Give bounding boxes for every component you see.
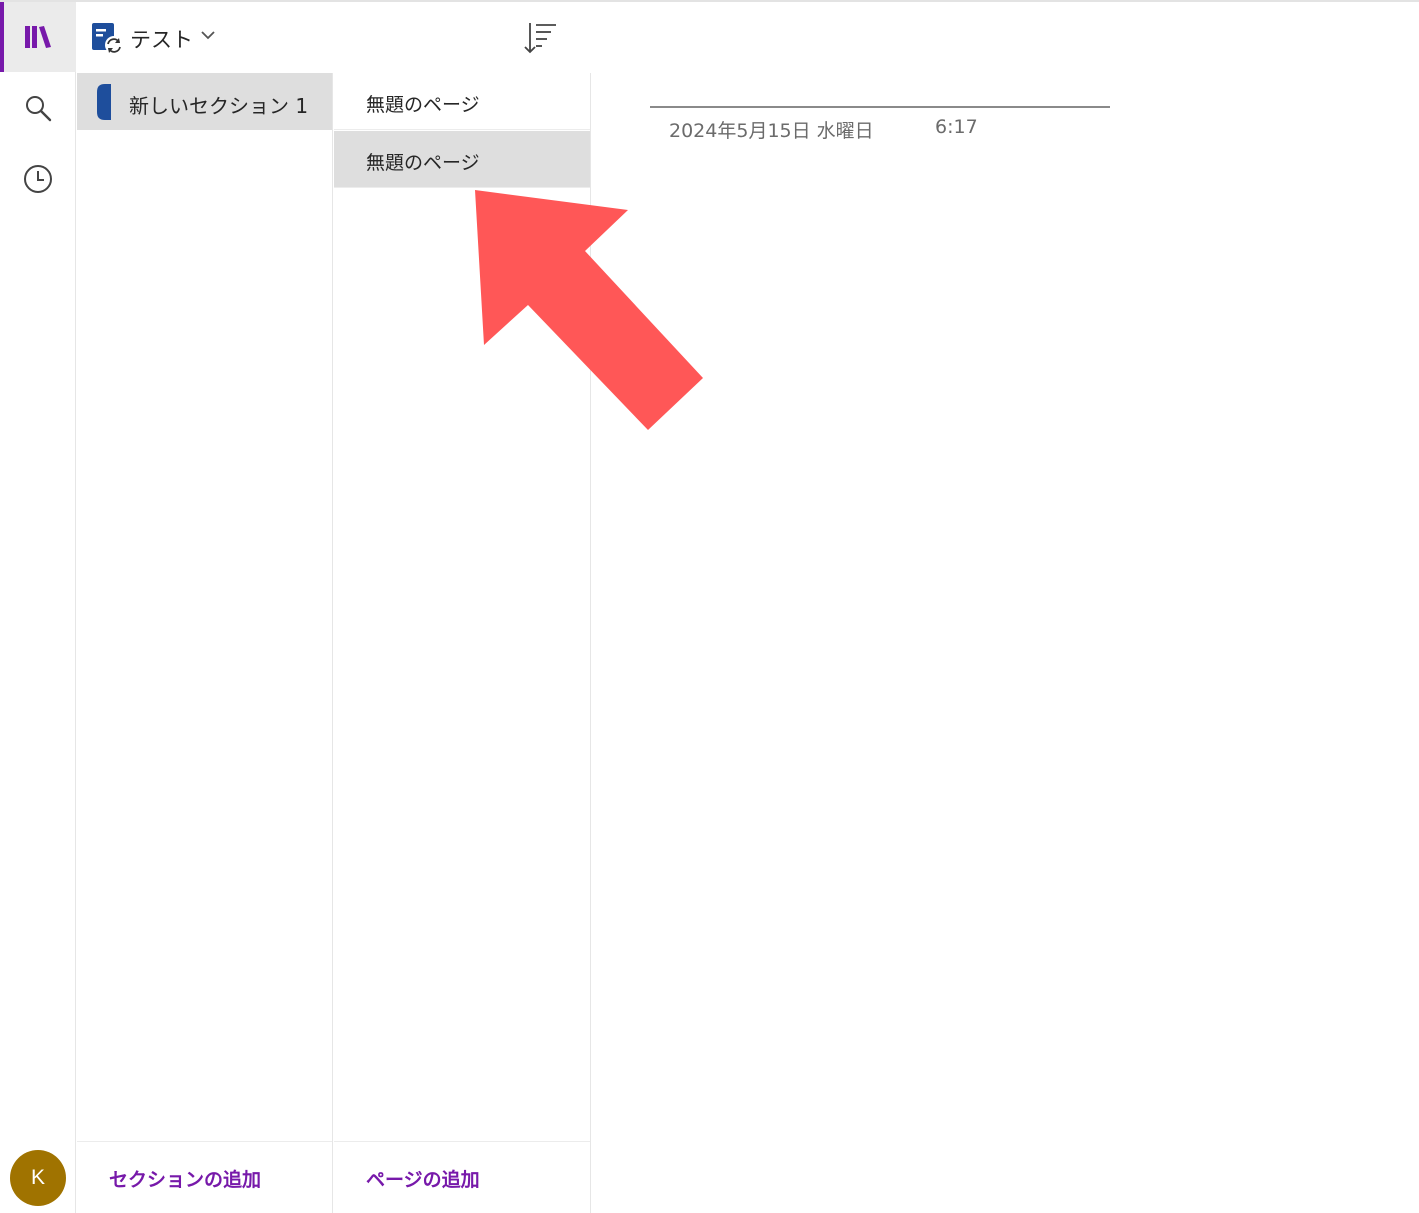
add-section-button[interactable]: セクションの追加 xyxy=(109,1165,261,1192)
page-title-input[interactable] xyxy=(650,106,1110,108)
sort-icon[interactable] xyxy=(520,19,560,59)
section-item[interactable]: 新しいセクション 1 xyxy=(77,73,332,130)
notebook-title[interactable]: テスト xyxy=(130,24,193,54)
chevron-down-icon[interactable] xyxy=(200,29,216,41)
page-date: 2024年5月15日 水曜日 xyxy=(669,120,874,142)
search-button[interactable] xyxy=(0,73,76,143)
page-item-selected[interactable]: 無題のページ xyxy=(334,131,590,188)
add-page-button[interactable]: ページの追加 xyxy=(366,1165,480,1192)
page-label: 無題のページ xyxy=(366,152,480,174)
page-label: 無題のページ xyxy=(366,94,480,116)
page-time: 6:17 xyxy=(935,116,978,138)
notebook-sync-icon xyxy=(92,23,123,54)
user-avatar[interactable]: K xyxy=(10,1150,66,1206)
section-label: 新しいセクション 1 xyxy=(129,94,309,118)
annotation-arrow-icon xyxy=(475,190,703,430)
notebooks-icon xyxy=(25,26,51,48)
section-tab-icon xyxy=(97,84,111,120)
page-canvas[interactable]: 2024年5月15日 水曜日 6:17 xyxy=(592,2,1419,1213)
notebook-header: テスト xyxy=(77,2,591,73)
clock-icon xyxy=(24,165,52,193)
navigation-rail: K xyxy=(0,2,76,1213)
recent-button[interactable] xyxy=(0,144,76,214)
page-item[interactable]: 無題のページ xyxy=(334,73,590,130)
page-footer-divider xyxy=(334,1141,590,1142)
section-list: 新しいセクション 1 セクションの追加 xyxy=(77,73,333,1213)
section-footer-divider xyxy=(77,1141,332,1142)
search-icon xyxy=(26,96,52,122)
notebooks-button[interactable] xyxy=(0,2,76,72)
